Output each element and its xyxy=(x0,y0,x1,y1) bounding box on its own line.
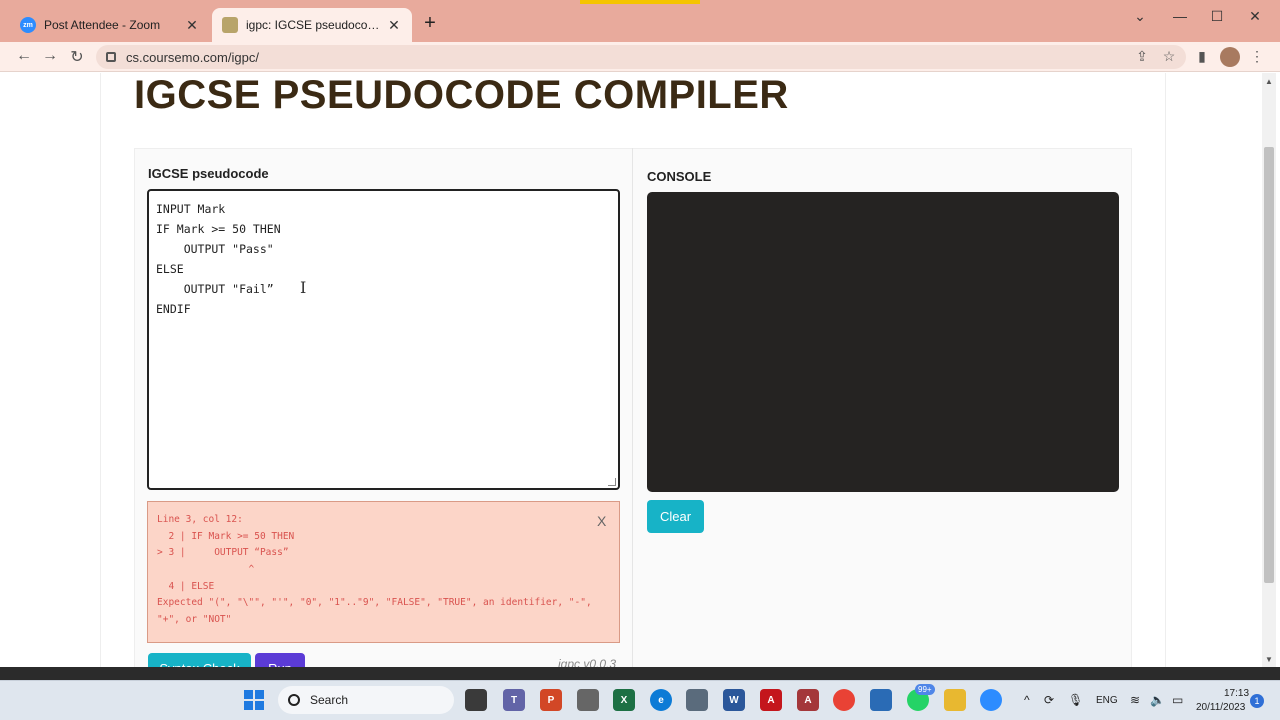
battery-icon[interactable]: ▭ xyxy=(1172,693,1183,707)
bookmark-star-icon[interactable]: ☆ xyxy=(1160,48,1178,65)
wifi-icon[interactable]: ≋ xyxy=(1130,693,1140,707)
error-line: Line 3, col 12: xyxy=(157,514,243,525)
error-line: 4 | ELSE xyxy=(157,580,215,592)
side-panel-icon[interactable]: ▮ xyxy=(1193,48,1211,65)
close-icon[interactable]: ✕ xyxy=(386,17,402,34)
language-indicator[interactable]: ENG xyxy=(1096,695,1118,706)
url-text: cs.coursemo.com/igpc/ xyxy=(126,49,259,65)
notification-count[interactable]: 1 xyxy=(1250,694,1264,708)
new-tab-icon[interactable]: + xyxy=(420,12,440,35)
clear-button[interactable]: Clear xyxy=(647,500,704,533)
forward-icon[interactable]: → xyxy=(40,47,60,65)
chrome-icon[interactable] xyxy=(833,689,855,711)
zoom-taskbar-icon[interactable] xyxy=(980,689,1002,711)
error-line: Expected "(", "\"", "'", "0", "1".."9", … xyxy=(157,597,592,609)
word-icon[interactable]: W xyxy=(723,689,745,711)
syntax-check-button[interactable]: Syntax Check xyxy=(148,653,251,667)
powerpoint-icon[interactable]: P xyxy=(540,689,562,711)
page-title: IGCSE PSEUDOCODE COMPILER xyxy=(134,73,789,117)
search-label: Search xyxy=(310,693,349,707)
panel-divider xyxy=(632,148,633,688)
task-view-icon[interactable] xyxy=(465,689,487,711)
excel-icon[interactable]: X xyxy=(613,689,635,711)
store-icon[interactable] xyxy=(870,689,892,711)
notification-badge: 99+ xyxy=(915,684,935,695)
tab-title: Post Attendee - Zoom xyxy=(44,18,161,32)
scroll-down-icon[interactable]: ▼ xyxy=(1262,655,1276,664)
volume-icon[interactable]: 🔈 xyxy=(1150,693,1165,707)
console-output xyxy=(647,192,1119,492)
tab-zoom[interactable]: zm Post Attendee - Zoom ✕ xyxy=(10,8,210,42)
error-line: 2 | IF Mark >= 50 THEN xyxy=(157,530,295,542)
lock-icon xyxy=(106,52,116,62)
tab-title: igpc: IGCSE pseudocode compil xyxy=(246,18,386,32)
tab-igpc[interactable]: igpc: IGCSE pseudocode compil ✕ xyxy=(212,8,412,42)
igpc-icon xyxy=(222,17,238,33)
chevron-up-icon[interactable]: ^ xyxy=(1024,693,1030,707)
close-window-icon[interactable]: ✕ xyxy=(1245,8,1265,25)
address-bar-row: ← → ↻ cs.coursemo.com/igpc/ ⇪ ☆ ▮ ⋮ xyxy=(0,42,1280,72)
close-icon[interactable]: ✕ xyxy=(184,17,200,34)
code-line: ELSE xyxy=(156,262,184,276)
code-line: OUTPUT "Pass" xyxy=(156,242,274,256)
console-label: CONSOLE xyxy=(647,169,712,184)
code-line: INPUT Mark xyxy=(156,202,226,216)
avatar[interactable] xyxy=(1220,47,1240,67)
clock-time[interactable]: 17:13 xyxy=(1224,688,1249,699)
chevron-down-icon[interactable]: ⌄ xyxy=(1130,8,1150,25)
editor-label: IGCSE pseudocode xyxy=(148,166,269,181)
file-explorer-icon[interactable] xyxy=(944,689,966,711)
teams-icon[interactable]: T xyxy=(503,689,525,711)
menu-icon[interactable]: ⋮ xyxy=(1248,48,1266,65)
scroll-thumb[interactable] xyxy=(1264,147,1274,583)
zoom-icon: zm xyxy=(20,17,36,33)
scroll-up-icon[interactable]: ▲ xyxy=(1262,77,1276,86)
text-cursor-icon: I xyxy=(300,278,307,297)
code-line: ENDIF xyxy=(156,302,191,316)
error-line: "+", or "NOT" xyxy=(157,614,232,626)
error-close-button[interactable]: X xyxy=(597,513,606,529)
reload-icon[interactable]: ↻ xyxy=(67,47,87,67)
access-icon[interactable]: A xyxy=(797,689,819,711)
search-icon xyxy=(288,694,300,706)
page-scrollbar[interactable]: ▲ ▼ xyxy=(1262,73,1276,667)
url-field[interactable]: cs.coursemo.com/igpc/ xyxy=(96,45,1186,69)
error-line: ^ xyxy=(157,564,255,576)
error-message-box: Line 3, col 12: 2 | IF Mark >= 50 THEN >… xyxy=(147,501,620,643)
resize-handle[interactable] xyxy=(608,478,616,486)
acrobat-icon[interactable]: A xyxy=(760,689,782,711)
clock-date[interactable]: 20/11/2023 xyxy=(1196,702,1245,713)
app-icon[interactable] xyxy=(686,689,708,711)
screen-share-indicator xyxy=(580,0,700,4)
edge-icon[interactable]: e xyxy=(650,689,672,711)
code-line: IF Mark >= 50 THEN xyxy=(156,222,281,236)
sync-icon[interactable]: ⟳ xyxy=(1044,693,1054,707)
windows-start-icon[interactable] xyxy=(244,690,264,710)
taskbar-search[interactable]: Search xyxy=(278,686,454,714)
pseudocode-editor[interactable]: INPUT Mark IF Mark >= 50 THEN OUTPUT "Pa… xyxy=(147,189,620,490)
microphone-icon[interactable]: 🎙 xyxy=(1068,693,1083,707)
snipping-tool-icon[interactable] xyxy=(577,689,599,711)
minimize-icon[interactable]: — xyxy=(1170,8,1190,24)
windows-taskbar xyxy=(0,680,1280,720)
maximize-icon[interactable]: ☐ xyxy=(1207,8,1227,25)
run-button[interactable]: Run xyxy=(255,653,305,667)
code-line: OUTPUT "Fail” xyxy=(156,282,274,296)
back-icon[interactable]: ← xyxy=(14,47,34,65)
share-icon[interactable]: ⇪ xyxy=(1133,48,1151,65)
error-line: > 3 | OUTPUT “Pass” xyxy=(157,547,289,559)
zoom-toolbar-strip xyxy=(0,667,1280,680)
